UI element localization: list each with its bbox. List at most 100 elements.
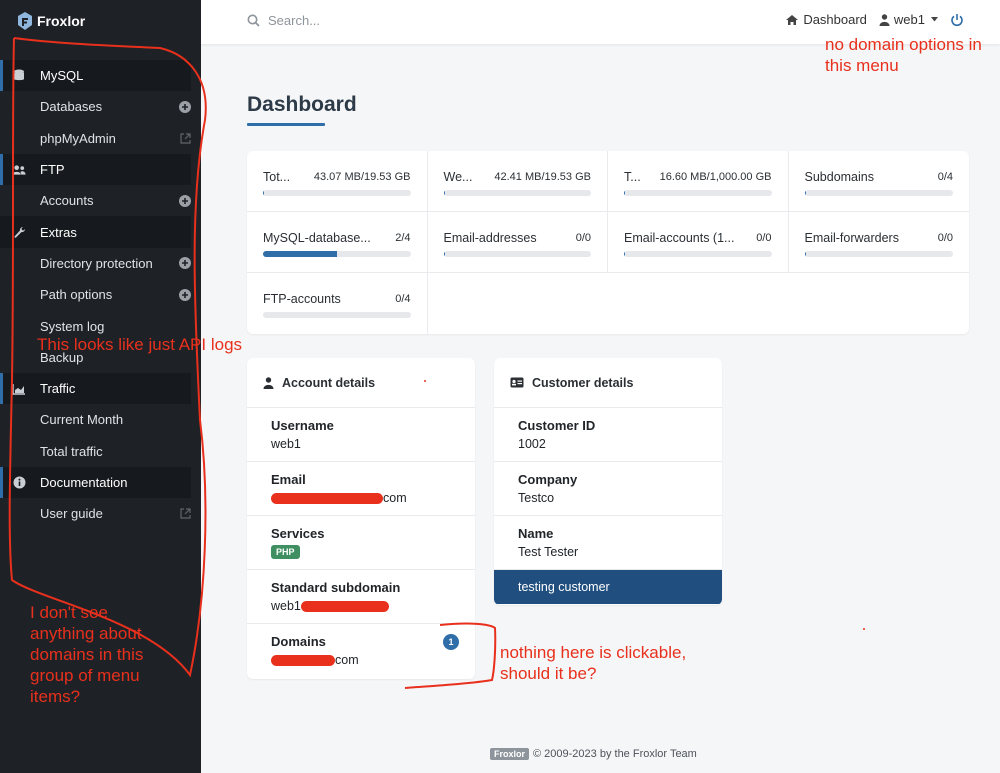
card-header: Customer details bbox=[494, 358, 722, 408]
field-value: Test Tester bbox=[518, 545, 579, 559]
field-value: 1002 bbox=[518, 437, 546, 451]
nav-item-label: Current Month bbox=[40, 412, 124, 428]
stat-label: FTP-accounts bbox=[263, 292, 341, 306]
dashboard-link[interactable]: Dashboard bbox=[785, 12, 867, 27]
stat-value: 0/0 bbox=[575, 232, 591, 244]
redaction-mark bbox=[271, 493, 383, 505]
stat-web-disk: We... 42.41 MB/19.53 GB bbox=[427, 151, 608, 212]
annotation-not-clickable: nothing here is clickable, should it be? bbox=[500, 643, 687, 683]
card-header: Account details bbox=[247, 358, 475, 408]
nav-group-label: Traffic bbox=[40, 381, 76, 397]
nav-item-directory-protection[interactable]: Directory protection bbox=[0, 247, 191, 280]
search-box[interactable]: Search... bbox=[247, 13, 320, 28]
php-badge: PHP bbox=[271, 545, 300, 559]
row-domains: Domains com 1 bbox=[247, 624, 475, 678]
footer-text: © 2009-2023 by the Froxlor Team bbox=[533, 748, 697, 760]
plus-circle-icon[interactable] bbox=[179, 100, 191, 113]
stat-value: 2/4 bbox=[395, 232, 411, 244]
nav-item-label: Accounts bbox=[40, 193, 94, 209]
footer-logo: Froxlor bbox=[490, 748, 530, 760]
row-services: Services PHP bbox=[247, 516, 475, 570]
card-title: Account details bbox=[282, 375, 376, 390]
stat-email-addresses: Email-addresses 0/0 bbox=[427, 212, 608, 273]
row-customer-id: Customer ID 1002 bbox=[494, 408, 722, 462]
annotation-api-logs: This looks like just API logs bbox=[37, 335, 243, 354]
stat-label: We... bbox=[443, 170, 473, 184]
caret-down-icon bbox=[931, 17, 938, 22]
nav-group-traffic[interactable]: Traffic bbox=[0, 372, 191, 405]
app-name: Froxlor bbox=[37, 13, 86, 29]
chart-area-icon bbox=[12, 382, 26, 396]
user-icon bbox=[879, 13, 890, 26]
nav-group-label: MySQL bbox=[40, 68, 84, 84]
row-username: Username web1 bbox=[247, 408, 475, 462]
nav-group-extras[interactable]: Extras bbox=[0, 216, 191, 248]
nav-group-label: Documentation bbox=[40, 475, 128, 490]
top-right-menu: Dashboard web1 bbox=[773, 12, 938, 27]
stat-value: 42.41 MB/19.53 GB bbox=[494, 171, 591, 183]
nav-item-ftp-accounts[interactable]: Accounts bbox=[0, 185, 191, 217]
nav-item-path-options[interactable]: Path options bbox=[0, 279, 191, 311]
external-link-icon bbox=[179, 132, 191, 144]
nav-item-label: Databases bbox=[40, 99, 103, 115]
stat-label: Email-accounts (1... bbox=[624, 231, 735, 245]
sidebar-nav: MySQL Databases phpMyAdmin FTP Accounts … bbox=[0, 60, 191, 530]
froxlor-logo-icon bbox=[16, 11, 34, 31]
resource-usage-panel: Tot... 43.07 MB/19.53 GB We... 42.41 MB/… bbox=[247, 151, 969, 334]
stat-traffic: T... 16.60 MB/1,000.00 GB bbox=[608, 151, 789, 212]
field-label: Username bbox=[271, 418, 334, 433]
progress-bar bbox=[443, 251, 591, 257]
user-icon bbox=[263, 376, 274, 389]
field-label: Email bbox=[271, 472, 306, 487]
redaction-mark bbox=[271, 655, 335, 667]
search-icon bbox=[247, 14, 260, 27]
progress-bar bbox=[804, 190, 953, 196]
nav-item-phpmyadmin[interactable]: phpMyAdmin bbox=[0, 122, 191, 154]
redaction-mark bbox=[300, 601, 389, 613]
row-name: Name Test Tester bbox=[494, 516, 722, 570]
stat-ftp-accounts: FTP-accounts 0/4 bbox=[247, 273, 428, 334]
nav-item-databases[interactable]: Databases bbox=[0, 91, 191, 123]
stat-subdomains: Subdomains 0/4 bbox=[788, 151, 969, 212]
domain-count-badge: 1 bbox=[443, 634, 459, 650]
row-company: Company Testco bbox=[494, 462, 722, 516]
nav-group-mysql[interactable]: MySQL bbox=[0, 60, 191, 92]
nav-item-label: phpMyAdmin bbox=[40, 130, 116, 146]
stat-label: MySQL-database... bbox=[263, 231, 371, 245]
logout-button[interactable] bbox=[950, 13, 964, 32]
user-menu[interactable]: web1 bbox=[879, 12, 938, 27]
stat-email-accounts: Email-accounts (1... 0/0 bbox=[608, 212, 789, 273]
field-value: web1 bbox=[271, 437, 301, 451]
nav-group-documentation[interactable]: Documentation bbox=[0, 466, 191, 499]
stat-label: T... bbox=[624, 170, 641, 184]
annotation-no-domains: I don't see anything about domains in th… bbox=[30, 603, 144, 706]
field-value: com bbox=[271, 491, 475, 505]
field-value: web1 bbox=[271, 599, 475, 613]
stat-value: 0/0 bbox=[937, 232, 953, 244]
account-details-card: Account details Username web1 Email com … bbox=[247, 358, 475, 679]
id-card-icon bbox=[510, 377, 524, 388]
plus-circle-icon[interactable] bbox=[179, 288, 191, 301]
nav-item-current-month[interactable]: Current Month bbox=[0, 404, 191, 436]
progress-bar bbox=[624, 251, 772, 257]
plus-circle-icon[interactable] bbox=[179, 194, 191, 207]
users-icon bbox=[12, 163, 26, 177]
nav-item-user-guide[interactable]: User guide bbox=[0, 498, 191, 530]
nav-item-total-traffic[interactable]: Total traffic bbox=[0, 435, 191, 467]
card-title: Customer details bbox=[532, 375, 634, 390]
progress-bar bbox=[624, 190, 772, 196]
database-icon bbox=[12, 69, 26, 83]
field-label: Company bbox=[518, 472, 578, 487]
plus-circle-icon[interactable] bbox=[179, 257, 191, 270]
field-value: com bbox=[271, 653, 475, 667]
nav-group-ftp[interactable]: FTP bbox=[0, 153, 191, 186]
progress-bar bbox=[443, 190, 591, 196]
froxlor-logo[interactable]: Froxlor bbox=[16, 10, 85, 32]
nav-item-label: User guide bbox=[40, 506, 103, 522]
search-input[interactable]: Search... bbox=[268, 13, 320, 28]
stat-mysql-databases: MySQL-database... 2/4 bbox=[247, 212, 428, 273]
external-link-icon bbox=[179, 508, 191, 520]
field-label: Standard subdomain bbox=[271, 580, 401, 595]
row-email: Email com bbox=[247, 462, 475, 516]
field-value: Testco bbox=[518, 491, 555, 505]
